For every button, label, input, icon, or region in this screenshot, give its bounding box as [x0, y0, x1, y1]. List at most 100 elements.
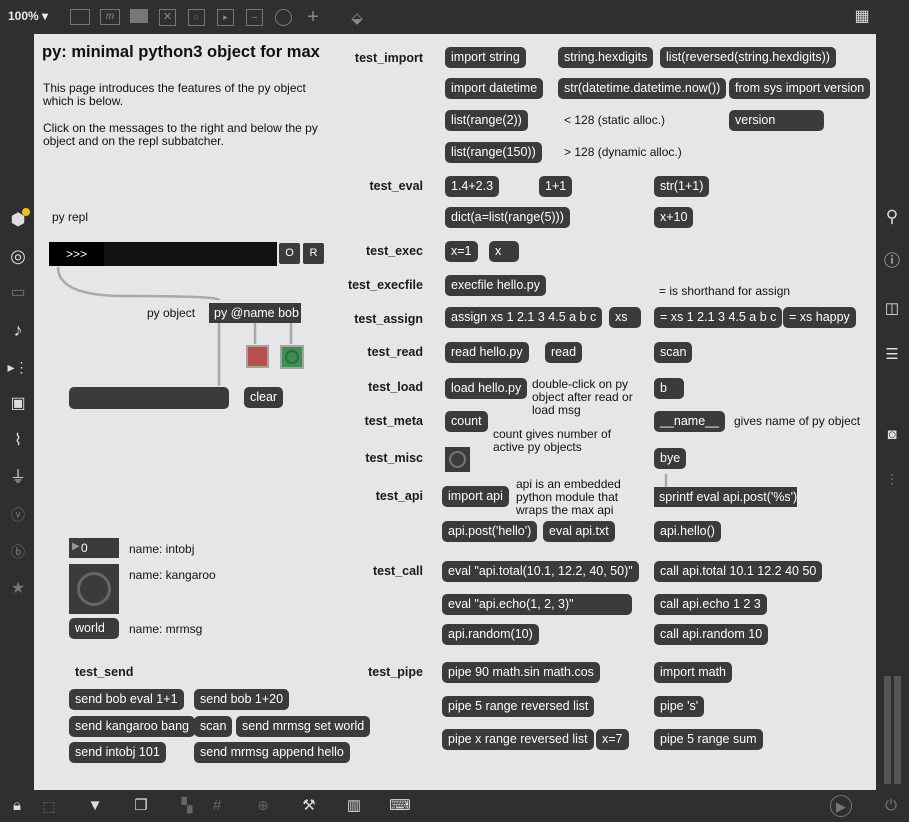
- mrmsg-message-box[interactable]: world: [69, 618, 119, 639]
- star-icon[interactable]: ★: [8, 579, 28, 599]
- scan-button[interactable]: scan: [654, 342, 693, 363]
- misc-bang-button[interactable]: [445, 447, 470, 472]
- message-icon[interactable]: m: [100, 9, 120, 25]
- py-object[interactable]: py @name bob: [209, 303, 301, 323]
- read-button[interactable]: read: [545, 342, 583, 363]
- pipe-x-range-reversed-button[interactable]: pipe x range reversed list: [442, 729, 594, 750]
- send-mrmsg-set-button[interactable]: send mrmsg set world: [236, 716, 371, 737]
- x-button[interactable]: x: [489, 241, 519, 262]
- grid-icon[interactable]: ▦: [851, 8, 873, 26]
- x-eq-7-button[interactable]: x=7: [596, 729, 629, 750]
- pipe-90-button[interactable]: pipe 90 math.sin math.cos: [442, 662, 600, 683]
- count-button[interactable]: count: [445, 411, 488, 432]
- target-icon[interactable]: ◎: [8, 246, 28, 266]
- power-icon[interactable]: ⏻: [882, 796, 900, 814]
- info-icon[interactable]: ⓘ: [882, 252, 902, 272]
- bye-button[interactable]: bye: [654, 448, 687, 469]
- sprintf-object[interactable]: sprintf eval api.post('%s'): [654, 487, 797, 507]
- dial-icon[interactable]: [275, 9, 292, 26]
- lock-icon[interactable]: 🔒︎: [8, 796, 26, 814]
- string-hexdigits-button[interactable]: string.hexdigits: [558, 47, 654, 68]
- b-icon[interactable]: ⓑ: [8, 542, 28, 562]
- sliders-icon[interactable]: ⫶: [882, 470, 902, 490]
- eq-xs-happy-button[interactable]: = xs happy: [783, 307, 856, 328]
- camera-icon[interactable]: ◙: [882, 424, 902, 444]
- api-post-hello-button[interactable]: api.post('hello'): [442, 521, 538, 542]
- send-kangaroo-bang-button[interactable]: send kangaroo bang: [69, 716, 195, 737]
- send-mrmsg-append-button[interactable]: send mrmsg append hello: [194, 742, 350, 763]
- output-message-box[interactable]: [69, 387, 229, 409]
- slider-icon[interactable]: –: [246, 9, 263, 26]
- str-datetime-button[interactable]: str(datetime.datetime.now()): [558, 78, 727, 99]
- eval-14-23-button[interactable]: 1.4+2.3: [445, 176, 500, 197]
- call-api-echo-button[interactable]: call api.echo 1 2 3: [654, 594, 767, 615]
- monitor-icon[interactable]: ▭: [8, 283, 28, 303]
- clear-button[interactable]: clear: [244, 387, 284, 408]
- pipe-5-range-sum-button[interactable]: pipe 5 range sum: [654, 729, 763, 750]
- eval-1plus1-button[interactable]: 1+1: [539, 176, 573, 197]
- eval-api-total-button[interactable]: eval "api.total(10.1, 12.2, 40, 50)": [442, 561, 639, 582]
- from-sys-import-button[interactable]: from sys import version: [729, 78, 871, 99]
- dict-button[interactable]: dict(a=list(range(5))): [445, 207, 570, 228]
- eval-api-txt-button[interactable]: eval api.txt: [543, 521, 615, 542]
- music-note-icon[interactable]: ♪: [8, 320, 28, 340]
- call-api-total-button[interactable]: call api.total 10.1 12.2 40 50: [654, 561, 823, 582]
- list-reversed-button[interactable]: list(reversed(string.hexdigits)): [660, 47, 836, 68]
- x-eq-1-button[interactable]: x=1: [445, 241, 478, 262]
- red-toggle[interactable]: [246, 345, 269, 368]
- pipe-s-button[interactable]: pipe 's': [654, 696, 705, 717]
- version-button[interactable]: version: [729, 110, 824, 131]
- step-icon[interactable]: ▸⋮: [7, 357, 28, 377]
- eval-api-echo-button[interactable]: eval "api.echo(1, 2, 3)": [442, 594, 632, 615]
- number-icon[interactable]: ▸: [217, 9, 234, 26]
- send-intobj-button[interactable]: send intobj 101: [69, 742, 166, 763]
- new-object-icon[interactable]: [70, 9, 90, 25]
- plus-icon[interactable]: +: [304, 7, 322, 27]
- play-icon[interactable]: ▶: [830, 795, 852, 817]
- list-range-150-button[interactable]: list(range(150)): [445, 142, 542, 163]
- send-bob-eval-button[interactable]: send bob eval 1+1: [69, 689, 184, 710]
- b-button[interactable]: b: [654, 378, 684, 399]
- presentation-icon[interactable]: ⬚: [40, 797, 58, 815]
- intobj-number-box[interactable]: ▶ 0: [69, 538, 119, 558]
- repl-r-button[interactable]: R: [303, 243, 324, 264]
- send-bob-plus-button[interactable]: send bob 1+20: [194, 689, 290, 710]
- wrench-icon[interactable]: ⚒: [300, 796, 318, 814]
- v-icon[interactable]: ⓥ: [8, 505, 28, 525]
- import-api-button[interactable]: import api: [442, 486, 509, 507]
- name-dunder-button[interactable]: __name__: [654, 411, 726, 432]
- str-1plus1-button[interactable]: str(1+1): [654, 176, 710, 197]
- execfile-hello-button[interactable]: execfile hello.py: [445, 275, 546, 296]
- search-icon[interactable]: ⚲: [882, 206, 902, 226]
- align-icon[interactable]: ▚: [178, 796, 196, 814]
- kangaroo-button[interactable]: [69, 564, 119, 614]
- import-string-button[interactable]: import string: [445, 47, 526, 68]
- keyboard-icon[interactable]: ⌨: [389, 796, 411, 814]
- api-hello-button[interactable]: api.hello(): [654, 521, 721, 542]
- piano-icon[interactable]: ▥: [345, 796, 363, 814]
- xs-button[interactable]: xs: [609, 307, 641, 328]
- plug-icon[interactable]: ⏚: [8, 468, 28, 488]
- repl-input[interactable]: >>>: [49, 242, 277, 266]
- layers-icon[interactable]: ❐: [132, 796, 150, 814]
- pipe-5-range-reversed-button[interactable]: pipe 5 range reversed list: [442, 696, 595, 717]
- button-icon[interactable]: ○: [188, 9, 205, 26]
- scan-button[interactable]: scan: [194, 716, 233, 737]
- toggle-icon[interactable]: ✕: [159, 9, 176, 26]
- list-icon[interactable]: ☰: [882, 344, 902, 364]
- grid-snap-icon[interactable]: #: [208, 796, 226, 814]
- assign-xs-button[interactable]: assign xs 1 2.1 3 4.5 a b c: [445, 307, 603, 328]
- paperclip-icon[interactable]: ⌇: [8, 431, 28, 451]
- call-api-random-button[interactable]: call api.random 10: [654, 624, 769, 645]
- import-math-button[interactable]: import math: [654, 662, 732, 683]
- debug-icon[interactable]: ⊕: [254, 796, 272, 814]
- columns-icon[interactable]: ◫: [882, 298, 902, 318]
- load-hello-button[interactable]: load hello.py: [445, 378, 528, 399]
- import-datetime-button[interactable]: import datetime: [445, 78, 544, 99]
- comment-bubble-icon[interactable]: ▼: [86, 796, 104, 814]
- zoom-menu[interactable]: 100% ▾: [8, 9, 48, 23]
- comment-icon[interactable]: [130, 9, 148, 23]
- repl-o-button[interactable]: O: [279, 243, 300, 264]
- paint-bucket-icon[interactable]: ⬙: [348, 9, 366, 27]
- api-random-button[interactable]: api.random(10): [442, 624, 539, 645]
